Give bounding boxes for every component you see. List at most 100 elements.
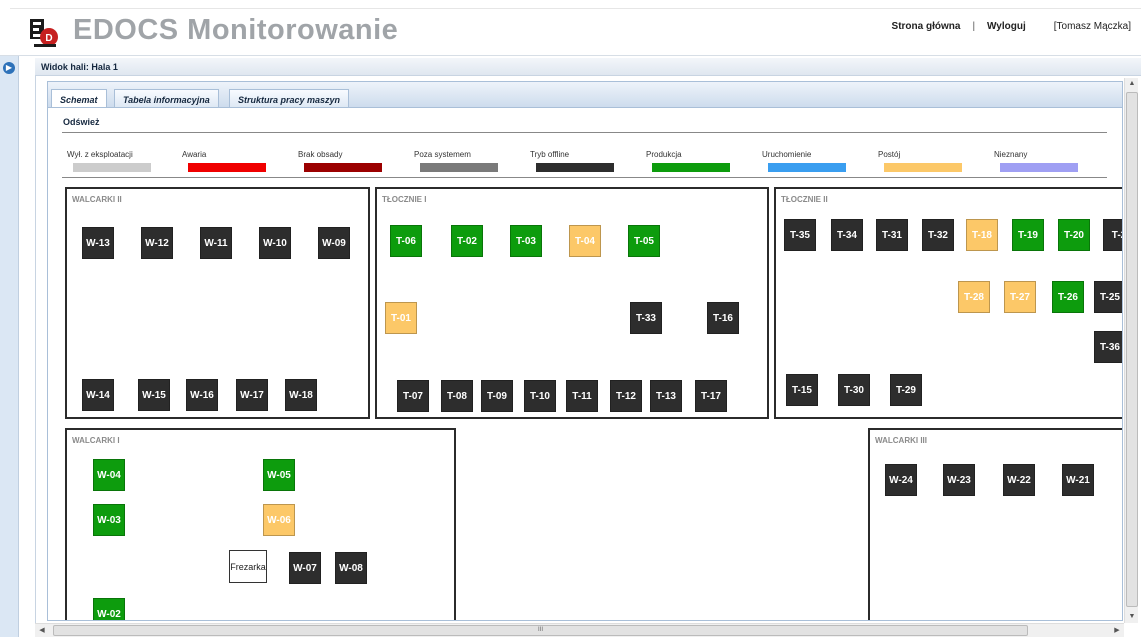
machine-tile-t-32[interactable]: T-32 [922, 219, 954, 251]
machine-tile-t-19[interactable]: T-19 [1012, 219, 1044, 251]
refresh-button[interactable]: Odśwież [63, 117, 100, 127]
machine-tile-t-33[interactable]: T-33 [630, 302, 662, 334]
vertical-scroll-thumb[interactable] [1126, 92, 1138, 607]
machine-tile-t-08[interactable]: T-08 [441, 380, 473, 412]
tab-bar: Schemat Tabela informacyjna Struktura pr… [47, 81, 1123, 110]
machine-tile-t-2[interactable]: T-2 [1103, 219, 1122, 251]
machine-tile-w-02[interactable]: W-02 [93, 598, 125, 620]
machine-tile-w-11[interactable]: W-11 [200, 227, 232, 259]
legend-color-swatch [652, 163, 730, 172]
legend-item: Wył. z eksploatacji [67, 150, 151, 172]
tab-struktura-pracy-maszyn[interactable]: Struktura pracy maszyn [229, 89, 350, 109]
zone-title: WALCARKI III [875, 436, 927, 445]
machine-tile-t-16[interactable]: T-16 [707, 302, 739, 334]
horizontal-scroll-thumb[interactable]: III [53, 625, 1028, 636]
machine-tile-t-01[interactable]: T-01 [385, 302, 417, 334]
zone-title: TŁOCZNIE II [781, 195, 828, 204]
machine-tile-t-17[interactable]: T-17 [695, 380, 727, 412]
legend-label: Wył. z eksploatacji [67, 150, 133, 159]
machine-tile-w-03[interactable]: W-03 [93, 504, 125, 536]
legend-label: Produkcja [646, 150, 682, 159]
scroll-up-icon[interactable]: ▲ [1125, 78, 1139, 90]
machine-tile-t-20[interactable]: T-20 [1058, 219, 1090, 251]
machine-tile-w-24[interactable]: W-24 [885, 464, 917, 496]
machine-tile-w-22[interactable]: W-22 [1003, 464, 1035, 496]
machine-tile-t-10[interactable]: T-10 [524, 380, 556, 412]
legend-item: Produkcja [646, 150, 730, 172]
machine-tile-t-04[interactable]: T-04 [569, 225, 601, 257]
machine-tile-w-07[interactable]: W-07 [289, 552, 321, 584]
expand-sidebar-icon[interactable]: ▶ [3, 62, 15, 74]
zone-title: WALCARKI I [72, 436, 120, 445]
edocs-logo-icon: D [30, 19, 58, 47]
zone-walcarki-i: WALCARKI I W-04 W-05 W-03 W-06 Frezarka W-07 W… [65, 428, 456, 620]
hall-panel: Schemat Tabela informacyjna Struktura pr… [35, 76, 1141, 637]
machine-tile-t-12[interactable]: T-12 [610, 380, 642, 412]
machine-tile-t-30[interactable]: T-30 [838, 374, 870, 406]
machine-tile-t-11[interactable]: T-11 [566, 380, 598, 412]
machine-tile-t-29[interactable]: T-29 [890, 374, 922, 406]
legend-color-swatch [536, 163, 614, 172]
divider [62, 132, 1107, 133]
machine-tile-w-12[interactable]: W-12 [141, 227, 173, 259]
machine-tile-t-07[interactable]: T-07 [397, 380, 429, 412]
machine-tile-w-09[interactable]: W-09 [318, 227, 350, 259]
machine-tile-w-06[interactable]: W-06 [263, 504, 295, 536]
machine-tile-t-06[interactable]: T-06 [390, 225, 422, 257]
machine-tile-t-05[interactable]: T-05 [628, 225, 660, 257]
zone-title: TŁOCZNIE I [382, 195, 427, 204]
nav-separator: | [972, 21, 976, 32]
machine-tile-t-03[interactable]: T-03 [510, 225, 542, 257]
machine-tile-w-14[interactable]: W-14 [82, 379, 114, 411]
scroll-down-icon[interactable]: ▼ [1125, 611, 1139, 623]
machine-tile-w-21[interactable]: W-21 [1062, 464, 1094, 496]
legend-item: Tryb offline [530, 150, 614, 172]
legend-item: Brak obsady [298, 150, 382, 172]
legend-color-swatch [1000, 163, 1078, 172]
legend-label: Awaria [182, 150, 207, 159]
zone-walcarki-iii: WALCARKI III W-24 W-23 W-22 W-21 [868, 428, 1122, 620]
machine-tile-t-25[interactable]: T-25 [1094, 281, 1122, 313]
divider [62, 177, 1107, 178]
machine-tile-t-18[interactable]: T-18 [966, 219, 998, 251]
machine-tile-t-35[interactable]: T-35 [784, 219, 816, 251]
machine-tile-w-04[interactable]: W-04 [93, 459, 125, 491]
machine-tile-w-13[interactable]: W-13 [82, 227, 114, 259]
legend-item: Nieznany [994, 150, 1078, 172]
machine-tile-w-18[interactable]: W-18 [285, 379, 317, 411]
machine-tile-w-17[interactable]: W-17 [236, 379, 268, 411]
machine-tile-t-36[interactable]: T-36 [1094, 331, 1122, 363]
machine-tile-w-16[interactable]: W-16 [186, 379, 218, 411]
top-navigation: Strona główna | Wyloguj [Tomasz Mączka] [892, 21, 1131, 32]
home-link[interactable]: Strona główna [892, 21, 961, 32]
logout-link[interactable]: Wyloguj [987, 21, 1026, 32]
machine-tile-w-08[interactable]: W-08 [335, 552, 367, 584]
scroll-right-icon[interactable]: ▶ [1110, 624, 1124, 637]
machine-tile-w-23[interactable]: W-23 [943, 464, 975, 496]
machine-tile-t-13[interactable]: T-13 [650, 380, 682, 412]
legend-item: Uruchomienie [762, 150, 846, 172]
machine-tile-w-15[interactable]: W-15 [138, 379, 170, 411]
machine-tile-t-26[interactable]: T-26 [1052, 281, 1084, 313]
machine-tile-w-05[interactable]: W-05 [263, 459, 295, 491]
scroll-left-icon[interactable]: ◀ [35, 624, 49, 637]
machine-tile-w-10[interactable]: W-10 [259, 227, 291, 259]
tab-tabela-informacyjna[interactable]: Tabela informacyjna [114, 89, 219, 109]
zone-title: WALCARKI II [72, 195, 122, 204]
machine-tile-t-09[interactable]: T-09 [481, 380, 513, 412]
horizontal-scrollbar[interactable]: ◀ III ▶ [35, 623, 1124, 637]
machine-tile-t-15[interactable]: T-15 [786, 374, 818, 406]
panel-title: Widok hali: Hala 1 [35, 58, 1141, 76]
legend-label: Tryb offline [530, 150, 570, 159]
legend-color-swatch [188, 163, 266, 172]
machine-tile-t-34[interactable]: T-34 [831, 219, 863, 251]
svg-text:D: D [45, 33, 52, 44]
machine-tile-t-28[interactable]: T-28 [958, 281, 990, 313]
vertical-scrollbar[interactable]: ▲ ▼ [1124, 78, 1138, 623]
machine-tile-t-27[interactable]: T-27 [1004, 281, 1036, 313]
machine-tile-t-31[interactable]: T-31 [876, 219, 908, 251]
legend-color-swatch [420, 163, 498, 172]
machine-tile-t-02[interactable]: T-02 [451, 225, 483, 257]
machine-tile-frezarka[interactable]: Frezarka [229, 550, 267, 583]
legend-label: Poza systemem [414, 150, 471, 159]
